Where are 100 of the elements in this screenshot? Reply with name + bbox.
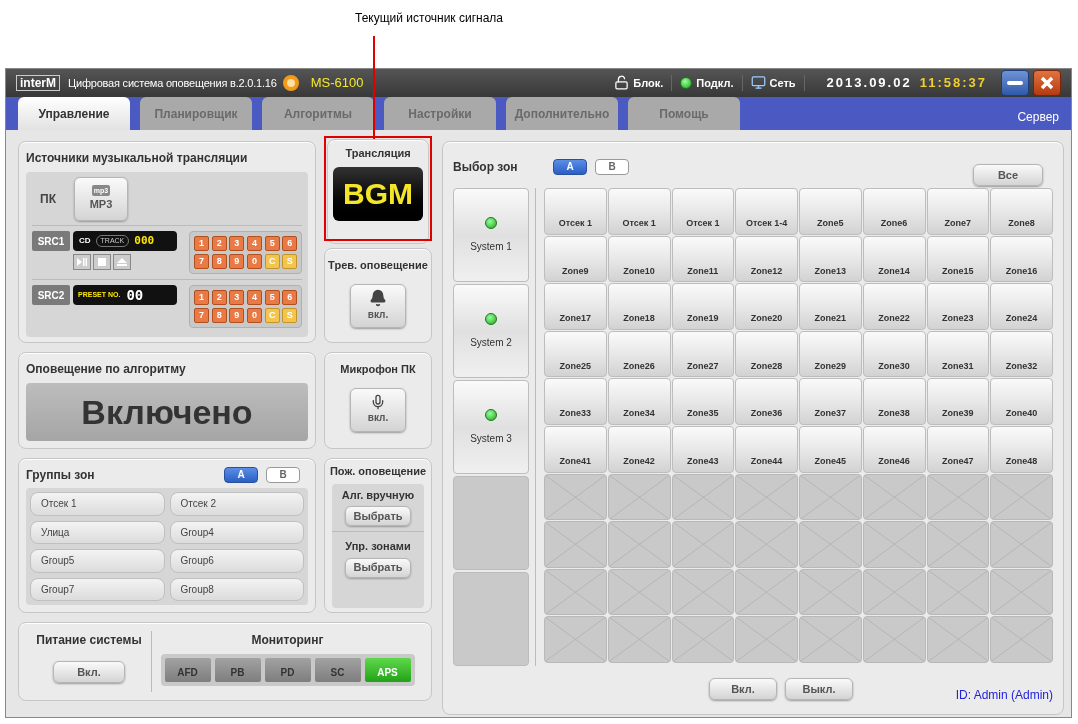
group-button[interactable]: Group8	[169, 577, 304, 601]
logo: interM	[16, 74, 60, 91]
zone-button[interactable]: Zone42	[607, 425, 671, 473]
zone-button[interactable]: Zone21	[799, 283, 862, 330]
zone-button[interactable]: Zone11	[671, 235, 735, 283]
zone-button[interactable]: Zone15	[926, 235, 990, 283]
monitor-indicator: APS	[364, 658, 411, 682]
annotation-label: Текущий источник сигнала	[355, 10, 503, 27]
monitor-indicator: PB	[214, 658, 261, 682]
group-button[interactable]: Group6	[169, 549, 304, 573]
zone-button[interactable]: Отсек 1-4	[735, 188, 798, 235]
zone-button[interactable]: Zone23	[926, 283, 990, 330]
zone-button[interactable]: Zone18	[607, 283, 671, 330]
alarm-button[interactable]: вкл.	[350, 283, 406, 328]
zone-button[interactable]: Zone24	[990, 283, 1053, 330]
zone-button[interactable]: Zone34	[607, 378, 671, 425]
select-button[interactable]: Выбрать	[345, 506, 411, 526]
unlock-icon	[614, 75, 630, 91]
group-button[interactable]: Group7	[30, 577, 165, 601]
zone-button[interactable]: Zone43	[671, 425, 735, 473]
window-title: Цифровая система оповещения в.2.0.1.16	[68, 75, 277, 91]
zone-button[interactable]: Zone6	[862, 188, 926, 235]
system-button[interactable]: System 3	[453, 380, 529, 474]
zone-button[interactable]: Zone45	[799, 425, 862, 473]
bank-tab[interactable]: B	[595, 159, 629, 175]
network-icon	[750, 75, 766, 91]
group-button[interactable]: Отсек 2	[169, 492, 304, 516]
panel-title: Пож. оповещение	[329, 464, 427, 479]
panel-title: Источники музыкальной трансляции	[26, 150, 249, 167]
zone-button[interactable]: Zone33	[544, 378, 607, 425]
on-button[interactable]: Вкл.	[709, 678, 777, 700]
zone-button[interactable]: Zone5	[799, 188, 862, 235]
bank-tab[interactable]: B	[266, 467, 300, 483]
eject-button[interactable]	[113, 254, 131, 270]
date-label: 2013.09.02	[826, 74, 912, 93]
zone-button[interactable]: Zone37	[799, 378, 862, 425]
zone-button[interactable]: Zone28	[735, 330, 798, 378]
zone-button[interactable]: Zone46	[862, 425, 926, 473]
zone-button[interactable]: Отсек 1	[607, 188, 671, 235]
zone-button[interactable]: Zone7	[926, 188, 990, 235]
zone-button[interactable]: Zone20	[735, 283, 798, 330]
zone-button[interactable]: Zone12	[735, 235, 798, 283]
system-button[interactable]: System 1	[453, 188, 529, 282]
all-button[interactable]: Все	[973, 164, 1043, 186]
zone-button[interactable]: Zone14	[862, 235, 926, 283]
zone-button[interactable]: Zone36	[735, 378, 798, 425]
status-label: Блок.	[633, 75, 664, 91]
zone-button[interactable]: Zone48	[990, 425, 1053, 473]
close-button[interactable]	[1033, 69, 1061, 96]
group-button[interactable]: Отсек 1	[30, 492, 165, 516]
pc-label: ПК	[40, 190, 56, 208]
zone-button[interactable]: Zone47	[926, 425, 990, 473]
time-label: 11:58:37	[919, 74, 987, 93]
select-button[interactable]: Выбрать	[345, 557, 411, 578]
off-button[interactable]: Выкл.	[785, 678, 853, 700]
tab[interactable]: Управление	[18, 97, 130, 130]
zone-button[interactable]: Zone44	[735, 425, 798, 473]
zone-button[interactable]: Zone22	[862, 283, 926, 330]
algorithm-status: Включено	[26, 383, 308, 441]
zone-button[interactable]: Zone19	[671, 283, 735, 330]
zone-button[interactable]: Отсек 1	[544, 188, 607, 235]
group-button[interactable]: Group4	[169, 520, 304, 544]
zone-button[interactable]: Zone29	[799, 330, 862, 378]
zone-button[interactable]: Zone8	[990, 188, 1053, 235]
zone-button[interactable]: Zone25	[544, 330, 607, 378]
zone-button[interactable]: Zone16	[990, 235, 1053, 283]
zone-button[interactable]: Zone27	[671, 330, 735, 378]
group-button[interactable]: Улица	[30, 520, 165, 544]
group-button[interactable]: Group5	[30, 549, 165, 573]
stop-icon	[98, 258, 106, 266]
zone-button[interactable]: Zone17	[544, 283, 607, 330]
panel-title: Трев. оповещение	[328, 258, 428, 273]
status-label: Сеть	[769, 75, 796, 91]
zone-button[interactable]: Отсек 1	[671, 188, 735, 235]
zone-button[interactable]: Zone32	[990, 330, 1053, 378]
power-button[interactable]: Вкл.	[53, 661, 125, 683]
zone-button[interactable]: Zone9	[544, 235, 607, 283]
zone-button[interactable]: Zone41	[544, 425, 607, 473]
play-pause-icon	[77, 258, 87, 266]
eject-icon	[117, 258, 127, 266]
zone-button[interactable]: Zone26	[607, 330, 671, 378]
bank-tab[interactable]: A	[553, 159, 587, 175]
source-label: SRC2	[32, 285, 70, 305]
zone-button[interactable]: Zone40	[990, 378, 1053, 425]
bank-tab[interactable]: A	[224, 467, 258, 483]
panel-title: Микрофон ПК	[340, 362, 416, 377]
zone-button[interactable]: Zone30	[862, 330, 926, 378]
mic-button[interactable]: вкл.	[350, 387, 406, 432]
zone-button[interactable]: Zone35	[671, 378, 735, 425]
minimize-button[interactable]	[1001, 69, 1029, 96]
zone-button[interactable]: Zone10	[607, 235, 671, 283]
panel-title: Мониторинг	[251, 632, 324, 649]
zone-button[interactable]: Zone13	[799, 235, 862, 283]
zone-button[interactable]: Zone38	[862, 378, 926, 425]
stop-button[interactable]	[93, 254, 111, 270]
monitor-indicator: AFD	[164, 658, 211, 682]
zone-button[interactable]: Zone31	[926, 330, 990, 378]
system-button[interactable]: System 2	[453, 284, 529, 378]
zone-button[interactable]: Zone39	[926, 378, 990, 425]
play-pause-button[interactable]	[73, 254, 91, 270]
